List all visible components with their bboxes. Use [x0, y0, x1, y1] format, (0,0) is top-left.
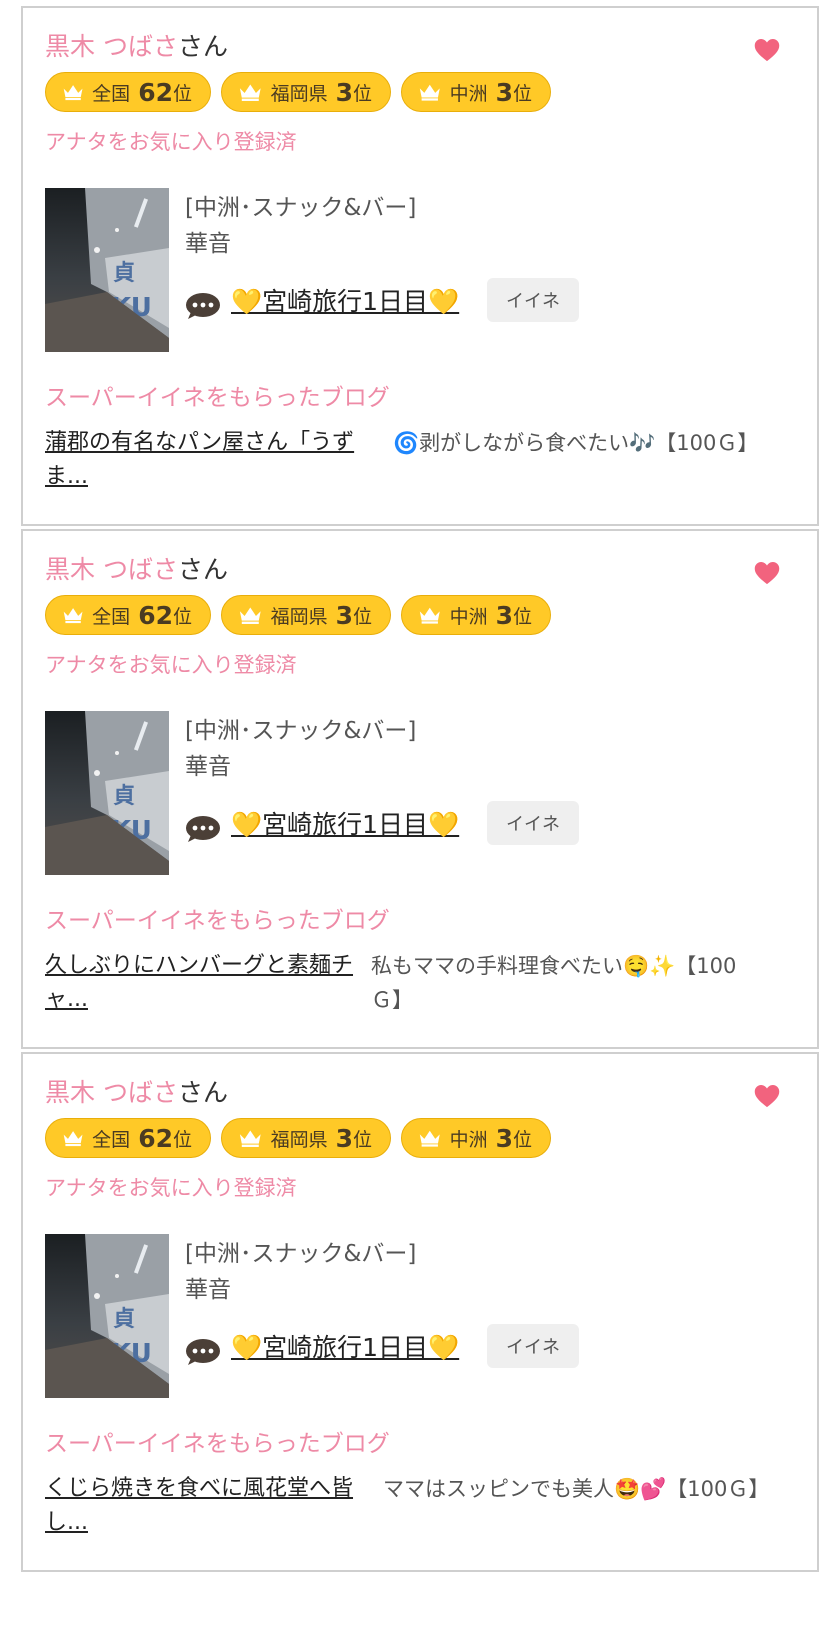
- cast-name-text: 黒木 つばさ: [45, 32, 178, 61]
- crown-icon: [63, 85, 83, 101]
- speech-bubble-icon: [186, 1339, 220, 1365]
- rank-badges: 全国 62 位 福岡県 3 位 中洲 3 位: [45, 1118, 551, 1158]
- svg-text:貞: 貞: [113, 784, 135, 809]
- svg-text:貞: 貞: [113, 261, 135, 286]
- crown-icon: [239, 1130, 261, 1147]
- cast-name[interactable]: 黒木 つばささん: [45, 553, 228, 587]
- super-like-comment: 🌀剥がしながら食べたい🎶【100Ｇ】: [393, 431, 759, 455]
- cast-name[interactable]: 黒木 つばささん: [45, 1076, 228, 1110]
- super-like-label: スーパーイイネをもらったブログ: [45, 908, 390, 934]
- crown-icon: [419, 607, 440, 624]
- rank-number: 62: [138, 600, 173, 630]
- rank-badges: 全国 62 位 福岡県 3 位 中洲 3 位: [45, 595, 551, 635]
- like-button[interactable]: イイネ: [487, 1324, 579, 1368]
- favorite-card: 黒木 つばささん 全国 62 位 福岡県 3 位 中洲 3 位 アナタをお気に入…: [21, 529, 819, 1049]
- rank-suffix: 位: [512, 1128, 532, 1151]
- rank-badge-national: 全国 62 位: [45, 595, 211, 635]
- svg-text:貞: 貞: [113, 1307, 135, 1332]
- rank-suffix: 位: [172, 605, 192, 628]
- rank-badge-area: 中洲 3 位: [401, 595, 551, 635]
- rank-badge-national: 全国 62 位: [45, 1118, 211, 1158]
- favorite-status: アナタをお気に入り登録済: [45, 130, 297, 154]
- shop-name: 華音: [185, 231, 231, 257]
- honorific: さん: [177, 32, 228, 61]
- rank-badge-prefecture: 福岡県 3 位: [221, 595, 391, 635]
- rank-suffix: 位: [352, 82, 372, 105]
- cast-photo[interactable]: 貞 KU: [45, 1234, 169, 1398]
- crown-icon: [63, 1131, 83, 1147]
- shop-category: [中洲･スナック&バー]: [185, 195, 417, 221]
- rank-badge-national: 全国 62 位: [45, 72, 211, 112]
- rank-number: 62: [138, 77, 173, 107]
- crown-icon: [63, 608, 83, 624]
- rank-number: 3: [335, 1123, 353, 1153]
- cast-photo[interactable]: 貞 KU: [45, 711, 169, 875]
- shop-category: [中洲･スナック&バー]: [185, 718, 417, 744]
- super-like-comment: ママはスッピンでも美人🤩💕【100Ｇ】: [383, 1477, 770, 1501]
- super-like-blog-link[interactable]: 久しぶりにハンバーグと素麺チャ...: [45, 949, 385, 1017]
- honorific: さん: [177, 555, 228, 584]
- speech-bubble-icon: [186, 816, 220, 842]
- rank-suffix: 位: [512, 605, 532, 628]
- rank-badge-prefecture: 福岡県 3 位: [221, 72, 391, 112]
- crown-icon: [419, 1130, 440, 1147]
- rank-badges: 全国 62 位 福岡県 3 位 中洲 3 位: [45, 72, 551, 112]
- blog-title-link[interactable]: 💛宮崎旅行1日目💛: [231, 1330, 459, 1366]
- rank-suffix: 位: [352, 605, 372, 628]
- cast-name-text: 黒木 つばさ: [45, 555, 178, 584]
- rank-area: 福岡県: [270, 82, 328, 105]
- speech-bubble-icon: [186, 293, 220, 319]
- shop-name: 華音: [185, 1277, 231, 1303]
- rank-suffix: 位: [512, 82, 532, 105]
- rank-suffix: 位: [172, 1128, 192, 1151]
- crown-icon: [419, 84, 440, 101]
- rank-number: 3: [335, 77, 353, 107]
- cast-photo[interactable]: 貞 KU: [45, 188, 169, 352]
- rank-suffix: 位: [352, 1128, 372, 1151]
- blog-title-link[interactable]: 💛宮崎旅行1日目💛: [231, 807, 459, 843]
- favorite-card: 黒木 つばささん 全国 62 位 福岡県 3 位 中洲 3 位 アナタをお気に入…: [21, 1052, 819, 1572]
- rank-number: 3: [495, 77, 513, 107]
- rank-number: 3: [335, 600, 353, 630]
- rank-number: 3: [495, 1123, 513, 1153]
- rank-area: 中洲: [449, 605, 488, 628]
- rank-badge-area: 中洲 3 位: [401, 1118, 551, 1158]
- rank-number: 62: [138, 1123, 173, 1153]
- crown-icon: [239, 607, 261, 624]
- honorific: さん: [177, 1078, 228, 1107]
- super-like-comment: 私もママの手料理食べたい🤤✨【100Ｇ】: [371, 954, 737, 1012]
- rank-area: 全国: [92, 82, 131, 105]
- like-button[interactable]: イイネ: [487, 801, 579, 845]
- heart-icon[interactable]: [753, 1082, 781, 1110]
- favorite-status: アナタをお気に入り登録済: [45, 653, 297, 677]
- rank-area: 中洲: [449, 1128, 488, 1151]
- rank-area: 福岡県: [270, 1128, 328, 1151]
- rank-suffix: 位: [172, 82, 192, 105]
- rank-badge-prefecture: 福岡県 3 位: [221, 1118, 391, 1158]
- super-like-label: スーパーイイネをもらったブログ: [45, 1431, 390, 1457]
- shop-category: [中洲･スナック&バー]: [185, 1241, 417, 1267]
- rank-number: 3: [495, 600, 513, 630]
- cast-name[interactable]: 黒木 つばささん: [45, 30, 228, 64]
- rank-area: 福岡県: [270, 605, 328, 628]
- super-like-blog-link[interactable]: 蒲郡の有名なパン屋さん「うずま...: [45, 426, 385, 494]
- rank-area: 中洲: [449, 82, 488, 105]
- rank-badge-area: 中洲 3 位: [401, 72, 551, 112]
- super-like-blog-link[interactable]: くじら焼きを食べに風花堂へ皆し...: [45, 1472, 385, 1540]
- rank-area: 全国: [92, 605, 131, 628]
- rank-area: 全国: [92, 1128, 131, 1151]
- blog-title-link[interactable]: 💛宮崎旅行1日目💛: [231, 284, 459, 320]
- favorite-status: アナタをお気に入り登録済: [45, 1176, 297, 1200]
- heart-icon[interactable]: [753, 559, 781, 587]
- cast-name-text: 黒木 つばさ: [45, 1078, 178, 1107]
- heart-icon[interactable]: [753, 36, 781, 64]
- super-like-label: スーパーイイネをもらったブログ: [45, 385, 390, 411]
- shop-name: 華音: [185, 754, 231, 780]
- favorite-card: 黒木 つばささん 全国 62 位 福岡県 3 位 中洲 3 位 アナタをお気に入…: [21, 6, 819, 526]
- like-button[interactable]: イイネ: [487, 278, 579, 322]
- crown-icon: [239, 84, 261, 101]
